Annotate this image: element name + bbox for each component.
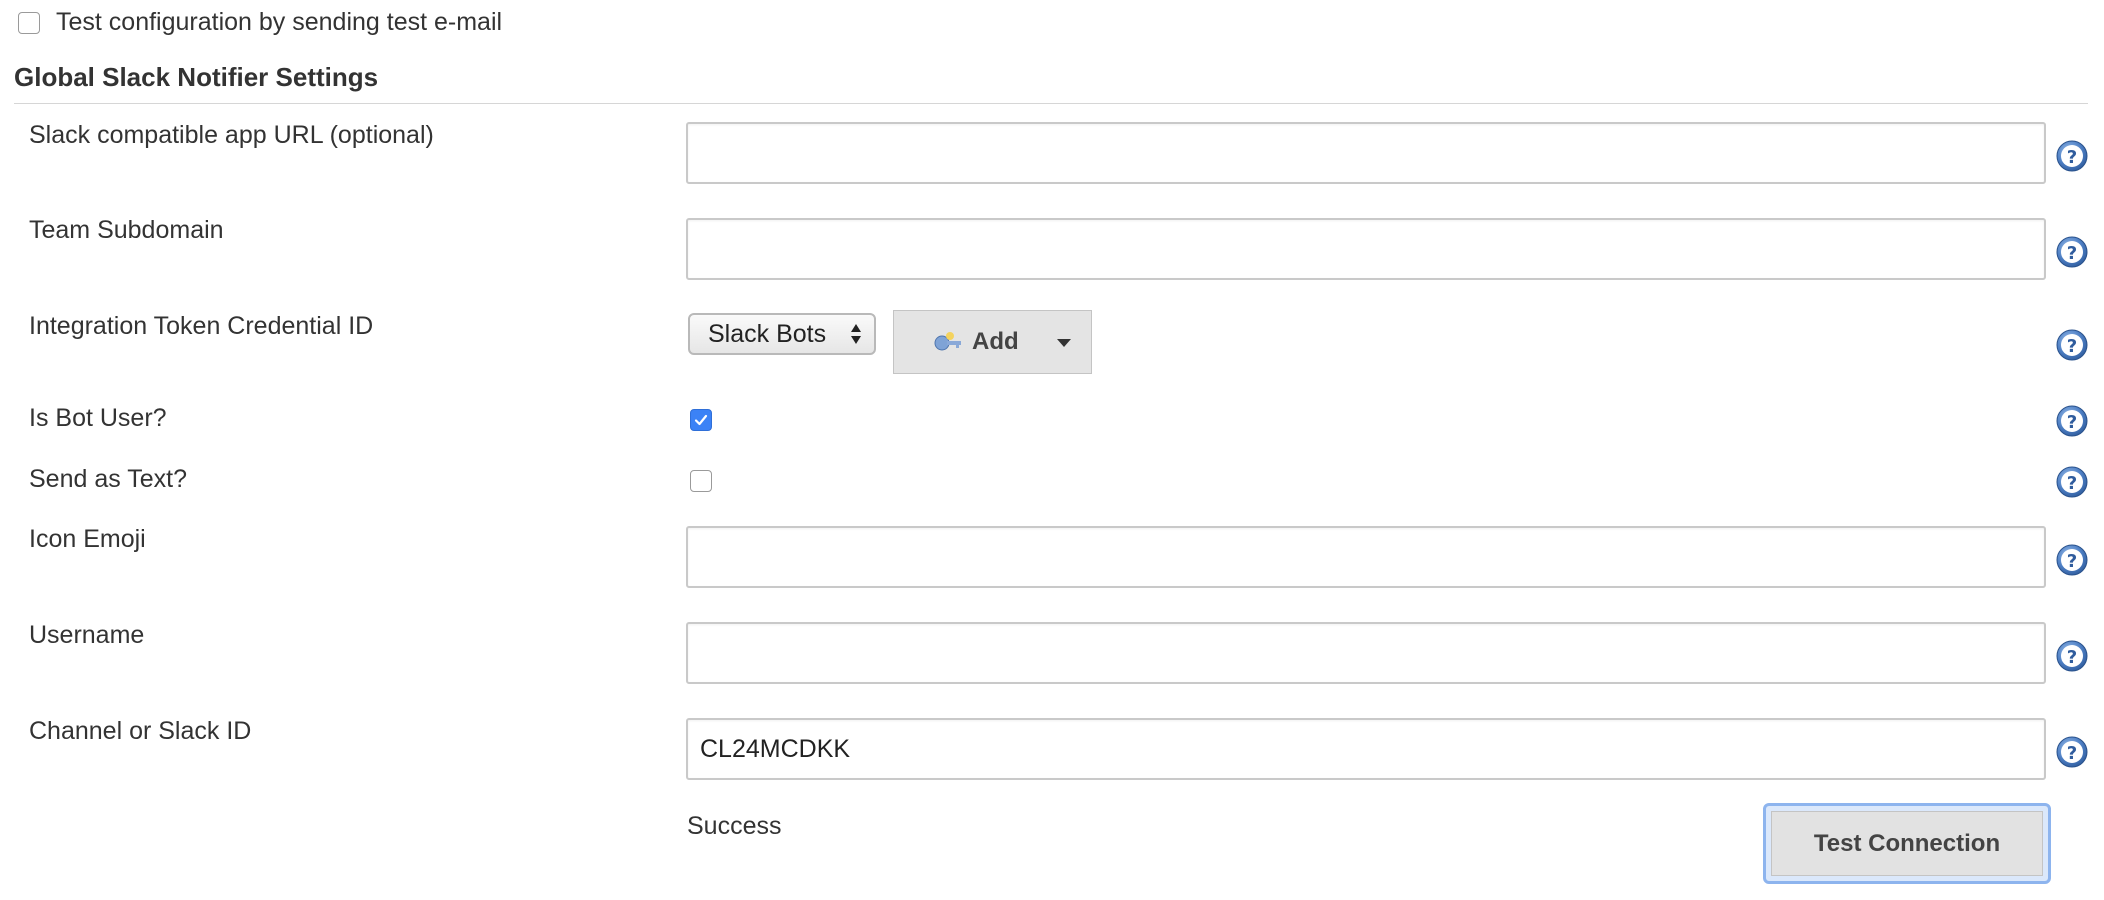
channel-input[interactable]: [686, 718, 2046, 780]
test-mail-row: Test configuration by sending test e-mai…: [18, 8, 502, 37]
test-connection-button[interactable]: Test Connection: [1771, 811, 2043, 876]
icon-emoji-input[interactable]: [686, 526, 2046, 588]
svg-text:?: ?: [2067, 647, 2077, 668]
channel-label: Channel or Slack ID: [29, 717, 252, 745]
slack-settings-page: Test configuration by sending test e-mai…: [0, 0, 2104, 900]
select-arrows-icon: [851, 324, 861, 344]
help-icon[interactable]: ?: [2056, 736, 2088, 768]
team-subdomain-label: Team Subdomain: [29, 216, 224, 244]
help-icon[interactable]: ?: [2056, 236, 2088, 268]
bot-user-checkbox[interactable]: [690, 409, 712, 431]
send-as-text-label: Send as Text?: [29, 465, 187, 493]
help-icon[interactable]: ?: [2056, 466, 2088, 498]
chevron-down-icon: [1057, 339, 1071, 347]
add-credential-button[interactable]: Add: [893, 310, 1092, 374]
help-icon[interactable]: ?: [2056, 140, 2088, 172]
credential-label: Integration Token Credential ID: [29, 312, 374, 340]
test-mail-checkbox[interactable]: [18, 11, 40, 34]
credential-selected-value: Slack Bots: [708, 319, 827, 348]
svg-text:?: ?: [2067, 147, 2077, 168]
svg-text:?: ?: [2067, 551, 2077, 572]
test-mail-label: Test configuration by sending test e-mai…: [56, 8, 503, 36]
connection-status-text: Success: [687, 812, 782, 840]
svg-text:?: ?: [2067, 412, 2077, 433]
username-input[interactable]: [686, 622, 2046, 684]
svg-text:?: ?: [2067, 243, 2077, 264]
test-connection-focus-ring: Test Connection: [1763, 803, 2051, 884]
add-button-label: Add: [972, 328, 1019, 355]
help-icon[interactable]: ?: [2056, 640, 2088, 672]
icon-emoji-label: Icon Emoji: [29, 525, 146, 553]
section-title: Global Slack Notifier Settings: [14, 62, 379, 92]
help-icon[interactable]: ?: [2056, 329, 2088, 361]
team-subdomain-input[interactable]: [686, 218, 2046, 280]
help-icon[interactable]: ?: [2056, 544, 2088, 576]
svg-text:?: ?: [2067, 473, 2077, 494]
username-label: Username: [29, 621, 145, 649]
bot-user-label: Is Bot User?: [29, 404, 167, 432]
svg-text:?: ?: [2067, 743, 2077, 764]
checkmark-icon: [694, 414, 708, 426]
help-icon[interactable]: ?: [2056, 405, 2088, 437]
app-url-label: Slack compatible app URL (optional): [29, 121, 434, 149]
key-icon: [934, 332, 961, 351]
app-url-input[interactable]: [686, 122, 2046, 184]
credential-select[interactable]: Slack Bots: [688, 313, 876, 355]
section-divider: [14, 103, 2088, 104]
send-as-text-checkbox[interactable]: [690, 470, 712, 492]
svg-text:?: ?: [2067, 336, 2077, 357]
